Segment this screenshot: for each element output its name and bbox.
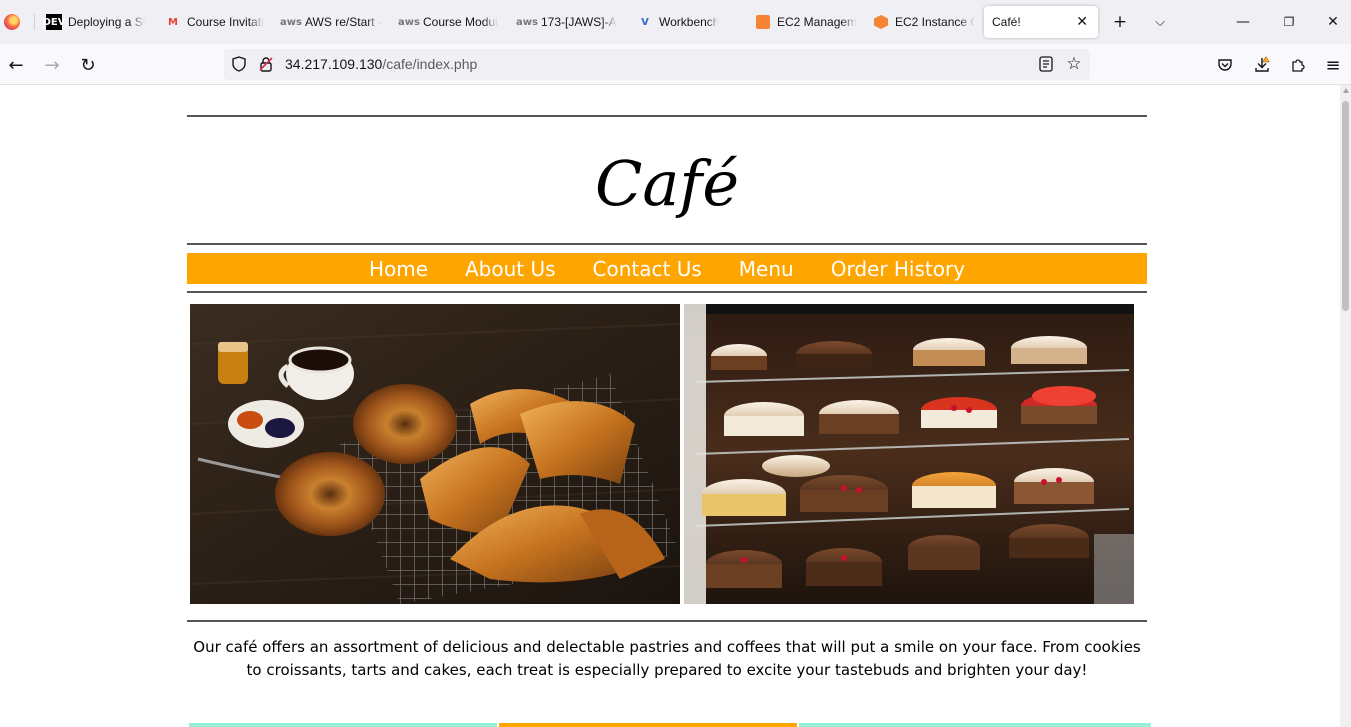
site-title: Café — [594, 147, 740, 220]
feature-strip-right — [799, 723, 1151, 727]
cake-display-photo — [684, 304, 1134, 604]
chevron-down-icon[interactable]: ⌵ — [1148, 10, 1172, 34]
tab-title: Café! — [992, 15, 1021, 29]
tab-ec2-instance[interactable]: EC2 Instance C — [865, 6, 983, 38]
navigation-toolbar: ← → ↻ 34.217.109.130/cafe/index.php ☆ ≡ — [0, 44, 1351, 85]
gmail-icon: M — [168, 16, 178, 28]
nav-menu[interactable]: Menu — [739, 257, 794, 281]
tab-title: EC2 Managem — [777, 15, 857, 29]
tab-title: EC2 Instance C — [895, 15, 975, 29]
aws-icon: aws — [280, 16, 302, 28]
shield-icon[interactable] — [230, 55, 248, 73]
divider — [187, 291, 1147, 293]
hamburger-menu-icon[interactable]: ≡ — [1320, 52, 1346, 78]
vocareum-icon: V — [641, 16, 649, 28]
aws-icon: aws — [516, 16, 538, 28]
restore-icon[interactable]: ❐ — [1269, 8, 1309, 36]
tab-title: Workbench — [659, 15, 720, 29]
ec2-icon — [755, 14, 771, 30]
tab-workbench[interactable]: V Workbench — [629, 6, 747, 38]
divider — [187, 243, 1147, 245]
site-nav: Home About Us Contact Us Menu Order Hist… — [187, 253, 1147, 284]
scroll-up-arrow-icon[interactable] — [1343, 88, 1349, 93]
minimize-icon[interactable]: — — [1223, 8, 1263, 36]
dev-icon: DEV — [43, 14, 65, 30]
aws-icon: aws — [398, 16, 420, 28]
reload-icon[interactable]: ↻ — [75, 52, 101, 78]
tab-strip: DEV Deploying a Si M Course Invitati aws… — [0, 0, 1351, 44]
pastries-photo — [190, 304, 680, 604]
page-content: Café Home About Us Contact Us Menu Order… — [0, 85, 1340, 727]
tab-title: Course Invitati — [187, 15, 264, 29]
nav-home[interactable]: Home — [369, 257, 428, 281]
tab-aws-restart[interactable]: aws AWS re/Start - — [275, 6, 393, 38]
new-tab-icon[interactable]: + — [1108, 10, 1132, 34]
tab-course-modules[interactable]: aws Course Modul — [393, 6, 511, 38]
reader-view-icon[interactable] — [1037, 55, 1055, 73]
tab-separator — [34, 14, 35, 30]
downloads-icon[interactable] — [1249, 52, 1275, 78]
bookmark-star-icon[interactable]: ☆ — [1065, 54, 1083, 74]
tab-title: AWS re/Start - — [305, 15, 382, 29]
cafe-description: Our café offers an assortment of delicio… — [193, 638, 1141, 679]
nav-contact-us[interactable]: Contact Us — [593, 257, 702, 281]
tab-course-invitation[interactable]: M Course Invitati — [157, 6, 275, 38]
divider — [187, 620, 1147, 622]
insecure-lock-icon[interactable] — [257, 55, 275, 73]
close-tab-icon[interactable]: ✕ — [1076, 14, 1088, 30]
divider — [187, 115, 1147, 117]
feature-strip-middle — [499, 723, 797, 727]
feature-strip-left — [189, 723, 497, 727]
vertical-scrollbar[interactable] — [1340, 85, 1351, 727]
nav-about-us[interactable]: About Us — [465, 257, 556, 281]
address-bar[interactable]: 34.217.109.130/cafe/index.php ☆ — [224, 49, 1090, 80]
url-host: 34.217.109.130 — [285, 56, 383, 72]
back-icon[interactable]: ← — [3, 52, 29, 78]
firefox-icon[interactable] — [4, 14, 20, 30]
url-path: /cafe/index.php — [382, 56, 478, 72]
tab-deploying[interactable]: DEV Deploying a Si — [38, 6, 156, 38]
pocket-icon[interactable] — [1212, 52, 1238, 78]
tab-title: Course Modul — [423, 15, 498, 29]
tab-title: Deploying a Si — [68, 15, 146, 29]
tab-jaws[interactable]: aws 173-[JAWS]-A — [511, 6, 629, 38]
ec2-hex-icon — [873, 14, 889, 30]
tab-title: 173-[JAWS]-A — [541, 15, 617, 29]
tab-cafe[interactable]: Café! ✕ — [984, 6, 1098, 38]
forward-icon[interactable]: → — [39, 52, 65, 78]
extensions-icon[interactable] — [1285, 52, 1311, 78]
nav-order-history[interactable]: Order History — [831, 257, 965, 281]
close-window-icon[interactable]: ✕ — [1315, 8, 1351, 36]
tab-ec2-management[interactable]: EC2 Managem — [747, 6, 865, 38]
scrollbar-thumb[interactable] — [1342, 101, 1349, 311]
url-text[interactable]: 34.217.109.130/cafe/index.php — [285, 56, 477, 72]
